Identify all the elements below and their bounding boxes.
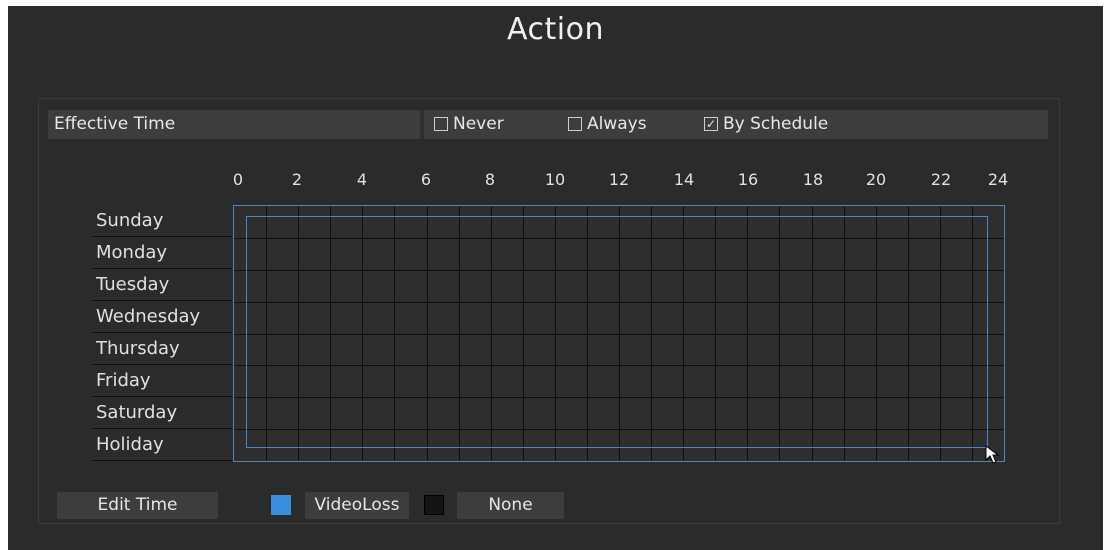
hour-label: 18	[802, 170, 824, 189]
option-by-schedule[interactable]: ✓ By Schedule	[704, 114, 828, 134]
day-label-tuesday: Tuesday	[92, 269, 232, 301]
effective-time-label: Effective Time	[54, 114, 176, 134]
hour-label: 22	[930, 170, 952, 189]
day-label-wednesday: Wednesday	[92, 301, 232, 333]
day-label-monday: Monday	[92, 237, 232, 269]
hour-label: 8	[484, 170, 496, 189]
schedule-grid[interactable]	[233, 205, 1005, 462]
option-never-label: Never	[453, 114, 504, 134]
option-never[interactable]: Never	[434, 114, 504, 134]
none-button[interactable]: None	[457, 492, 564, 519]
day-label-thursday: Thursday	[92, 333, 232, 365]
hour-label: 16	[737, 170, 759, 189]
mouse-pointer-icon	[985, 445, 1000, 464]
day-label-friday: Friday	[92, 365, 232, 397]
edit-time-button[interactable]: Edit Time	[57, 492, 218, 519]
hour-label: 20	[865, 170, 887, 189]
day-label-holiday: Holiday	[92, 429, 232, 461]
hour-label: 0	[232, 170, 244, 189]
day-label-saturday: Saturday	[92, 397, 232, 429]
check-icon[interactable]: ✓	[704, 117, 718, 131]
divider	[420, 110, 424, 139]
option-always-label: Always	[587, 114, 647, 134]
videoloss-button[interactable]: VideoLoss	[305, 492, 409, 519]
hour-axis: 0 2 4 6 8 10 12 14 16 18 20 22 24	[0, 170, 1106, 194]
none-color-swatch[interactable]	[424, 495, 444, 515]
option-always[interactable]: Always	[568, 114, 647, 134]
hour-label: 4	[356, 170, 368, 189]
page-title: Action	[507, 12, 604, 47]
hour-label: 24	[987, 170, 1009, 189]
hour-label: 10	[544, 170, 566, 189]
checkbox-icon[interactable]	[434, 117, 448, 131]
selection-rectangle	[246, 216, 988, 448]
day-label-sunday: Sunday	[92, 205, 232, 237]
option-by-schedule-label: By Schedule	[723, 114, 829, 134]
effective-time-bar: Effective Time Never Always ✓ By Schedul…	[48, 110, 1048, 139]
videoloss-color-swatch[interactable]	[271, 495, 291, 515]
hour-label: 6	[420, 170, 432, 189]
hour-label: 14	[673, 170, 695, 189]
checkbox-icon[interactable]	[568, 117, 582, 131]
hour-label: 12	[608, 170, 630, 189]
hour-label: 2	[291, 170, 303, 189]
